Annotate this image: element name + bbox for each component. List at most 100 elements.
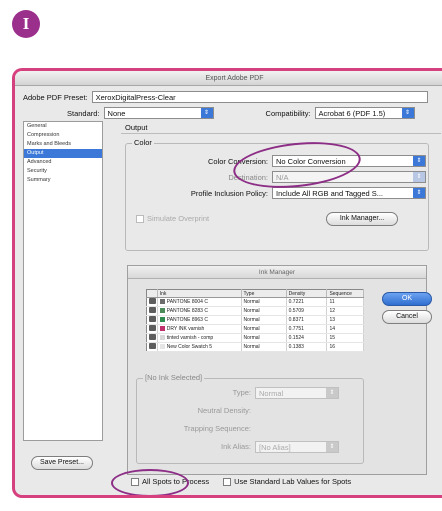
ink-swatch (159, 308, 165, 314)
table-row[interactable]: PANTONE 8004 C Normal 0.7221 11 (146, 297, 364, 307)
color-group-title: Color (132, 138, 154, 147)
ink-sequence: 11 (326, 297, 364, 307)
ink-name: PANTONE 8004 C (166, 299, 208, 305)
ink-density: 0.1383 (286, 342, 328, 352)
destination-value: N/A (276, 173, 289, 182)
trapping-sequence-label: Trapping Sequence: (183, 424, 251, 433)
ink-name: tinted varnish - comp (166, 335, 214, 341)
ink-name: DRY INK varnish (166, 326, 205, 332)
ink-density: 0.5709 (286, 306, 328, 316)
ink-type: Normal (241, 333, 287, 343)
sidebar-item-marks-and-bleeds[interactable]: Marks and Bleeds (24, 140, 102, 149)
ink-alias-select[interactable]: [No Alias] ⇕ (255, 441, 339, 453)
simulate-overprint-checkbox[interactable] (136, 214, 144, 223)
column-header-sequence: Sequence (326, 289, 364, 298)
ink-manager-button[interactable]: Ink Manager... (326, 212, 398, 226)
ok-button[interactable]: OK (382, 292, 432, 306)
ink-density: 0.1524 (286, 333, 328, 343)
chevron-updown-icon: ⇕ (413, 188, 425, 198)
column-header-density: Density (286, 289, 328, 298)
print-column-header (146, 289, 158, 298)
ink-manager-title: Ink Manager (128, 266, 426, 279)
neutral-density-label: Neutral Density: (197, 406, 251, 415)
ink-type-select[interactable]: Normal ⇕ (255, 387, 339, 399)
table-row[interactable]: tinted varnish - comp Normal 0.1524 15 (146, 333, 364, 343)
simulate-overprint-label: Simulate Overprint (147, 214, 210, 223)
ink-type: Normal (241, 324, 287, 334)
ink-manager-dialog: Ink Manager Ink Type Density Sequence PA… (127, 265, 432, 475)
column-header-ink: Ink (157, 289, 242, 298)
sidebar-item-general[interactable]: General (24, 122, 102, 131)
table-row[interactable]: PANTONE 8963 C Normal 0.8371 13 (146, 315, 364, 325)
ink-sequence: 13 (326, 315, 364, 325)
standard-select[interactable]: None ⇕ (103, 107, 214, 119)
ink-sequence: 12 (326, 306, 364, 316)
ink-alias-value: [No Alias] (259, 443, 291, 452)
ink-type: Normal (241, 297, 287, 307)
ink-type: Normal (241, 306, 287, 316)
chevron-updown-icon: ⇕ (326, 388, 338, 398)
ink-sequence: 15 (326, 333, 364, 343)
table-row[interactable]: DRY INK varnish Normal 0.7751 14 (146, 324, 364, 334)
printer-icon[interactable] (149, 307, 156, 313)
printer-icon[interactable] (149, 334, 156, 340)
ink-density: 0.7751 (286, 324, 328, 334)
sidebar-item-summary[interactable]: Summary (24, 176, 102, 185)
column-header-type: Type (241, 289, 287, 298)
chevron-updown-icon: ⇕ (401, 108, 414, 118)
ink-swatch (159, 326, 165, 332)
ink-name: PANTONE 8963 C (166, 317, 208, 323)
destination-select[interactable]: N/A ⇕ (272, 171, 426, 183)
category-list: General Compression Marks and Bleeds Out… (23, 121, 103, 441)
table-row[interactable]: New Color Swatch 5 Normal 0.1383 16 (146, 342, 364, 352)
all-spots-to-process-checkbox[interactable] (131, 477, 139, 486)
ink-type-value: Normal (259, 389, 284, 398)
color-group: Color Color Conversion: No Color Convers… (125, 138, 429, 251)
ink-sequence: 16 (326, 342, 364, 352)
cancel-button[interactable]: Cancel (382, 310, 432, 324)
printer-icon[interactable] (149, 298, 156, 304)
dialog-title: Export Adobe PDF (15, 71, 442, 86)
type-label: Type: (232, 388, 251, 397)
ink-table: Ink Type Density Sequence PANTONE 8004 C… (146, 289, 364, 352)
color-conversion-value: No Color Conversion (276, 157, 346, 166)
sidebar-item-compression[interactable]: Compression (24, 131, 102, 140)
compatibility-value: Acrobat 6 (PDF 1.5) (318, 109, 386, 118)
sidebar-item-advanced[interactable]: Advanced (24, 158, 102, 167)
color-conversion-label: Color Conversion: (207, 156, 268, 166)
compatibility-label: Compatibility: (265, 108, 311, 118)
ink-swatch (159, 317, 165, 323)
standard-value: None (107, 109, 126, 118)
preset-select[interactable]: XeroxDigitalPress-Clear (91, 91, 428, 103)
printer-icon[interactable] (149, 316, 156, 322)
ink-density: 0.8371 (286, 315, 328, 325)
destination-label: Destination: (228, 172, 268, 182)
ink-swatch (159, 299, 165, 305)
printer-icon[interactable] (149, 343, 156, 349)
preset-value: XeroxDigitalPress-Clear (95, 93, 176, 102)
color-conversion-select[interactable]: No Color Conversion ⇕ (272, 155, 426, 167)
compatibility-select[interactable]: Acrobat 6 (PDF 1.5) ⇕ (314, 107, 415, 119)
standard-label: Standard: (67, 108, 100, 118)
ink-type: Normal (241, 342, 287, 352)
ink-name: PANTONE 8283 C (166, 308, 208, 314)
profile-inclusion-label: Profile Inclusion Policy: (190, 188, 268, 198)
ink-sequence: 14 (326, 324, 364, 334)
ink-swatch (159, 344, 165, 350)
all-spots-to-process-label: All Spots to Process (142, 477, 210, 486)
printer-icon[interactable] (149, 325, 156, 331)
save-preset-button[interactable]: Save Preset... (31, 456, 93, 470)
chevron-updown-icon: ⇕ (200, 108, 213, 118)
sidebar-item-security[interactable]: Security (24, 167, 102, 176)
table-row[interactable]: PANTONE 8283 C Normal 0.5709 12 (146, 306, 364, 316)
ink-alias-label: Ink Alias: (220, 442, 251, 451)
use-standard-lab-label: Use Standard Lab Values for Spots (234, 477, 352, 486)
profile-inclusion-select[interactable]: Include All RGB and Tagged S... ⇕ (272, 187, 426, 199)
ink-density: 0.7221 (286, 297, 328, 307)
export-pdf-dialog: Export Adobe PDF Adobe PDF Preset: Xerox… (12, 68, 442, 498)
sidebar-item-output[interactable]: Output (24, 149, 102, 158)
ink-name: New Color Swatch 5 (166, 344, 213, 350)
ink-swatch (159, 335, 165, 341)
ink-type: Normal (241, 315, 287, 325)
use-standard-lab-checkbox[interactable] (223, 477, 232, 486)
